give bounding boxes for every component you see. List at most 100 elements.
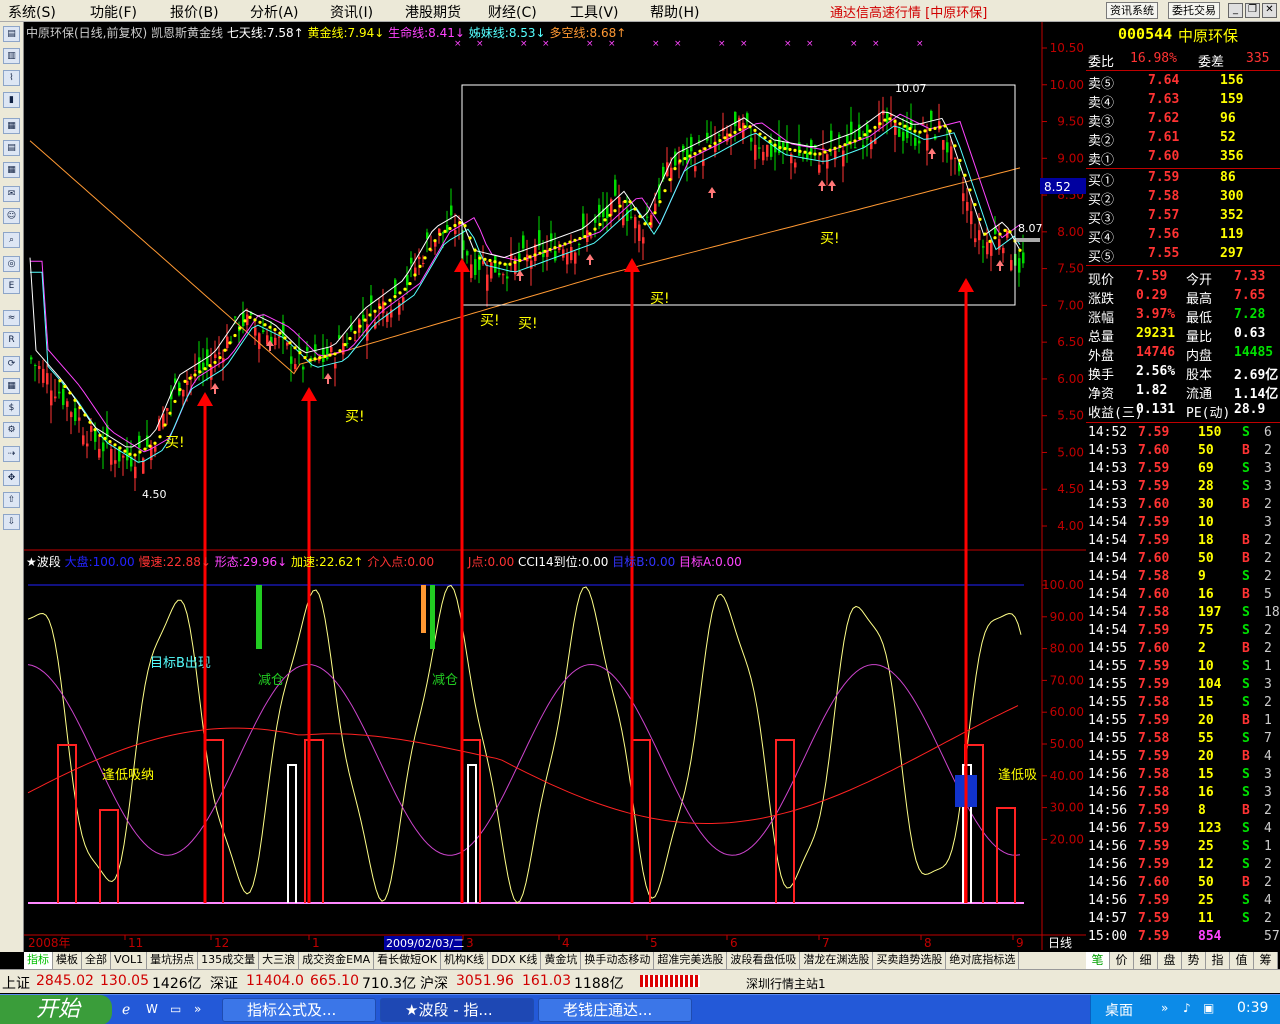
tab-15[interactable]: 潜龙在渊选股 bbox=[800, 952, 874, 969]
gold-dot bbox=[473, 248, 477, 252]
tab-12[interactable]: 换手动态移动 bbox=[581, 952, 655, 969]
tab-0[interactable]: 指标 bbox=[24, 952, 53, 969]
window-icon[interactable]: ▭ bbox=[170, 1002, 181, 1016]
task-wave[interactable]: ★波段 - 指... bbox=[380, 998, 534, 1022]
right-tab-6[interactable]: 值 bbox=[1230, 952, 1254, 969]
tab-2[interactable]: 全部 bbox=[82, 952, 111, 969]
minimize-icon[interactable]: _ bbox=[1228, 3, 1243, 18]
price-axis-label: 8.00 bbox=[1057, 225, 1084, 239]
gold-dot bbox=[908, 127, 912, 131]
tick-price: 7.60 bbox=[1138, 443, 1170, 458]
ie-icon[interactable]: ℯ bbox=[122, 1002, 130, 1018]
hs-label: 沪深 bbox=[420, 976, 448, 992]
big-market-value: 大盘:100.00 bbox=[64, 555, 135, 569]
task-tdx[interactable]: 老钱庄通达... bbox=[538, 998, 692, 1022]
gold-dot bbox=[63, 384, 67, 389]
gold-dot bbox=[608, 213, 612, 217]
tick-volume: 15 bbox=[1198, 767, 1214, 782]
tick-row: 14:56 7.59 25 S 1 bbox=[1086, 838, 1280, 856]
news-system-button[interactable]: 资讯系统 bbox=[1106, 2, 1158, 19]
tab-10[interactable]: DDX K线 bbox=[488, 952, 542, 969]
price-chart[interactable]: 10.5010.009.509.008.508.007.507.006.506.… bbox=[0, 0, 1086, 952]
gold-dot bbox=[668, 178, 672, 182]
candle-body bbox=[214, 354, 217, 359]
tab-11[interactable]: 黄金坑 bbox=[541, 952, 582, 969]
tab-1[interactable]: 模板 bbox=[53, 952, 82, 969]
tab-8[interactable]: 看长做短OK bbox=[374, 952, 441, 969]
candle-body bbox=[674, 151, 677, 166]
gold-dot bbox=[588, 232, 592, 236]
gold-dot bbox=[663, 189, 667, 193]
gold-dot bbox=[398, 291, 402, 295]
tick-count: 57 bbox=[1264, 929, 1280, 944]
gold-dot bbox=[613, 209, 617, 213]
start-button[interactable]: 开始 bbox=[0, 995, 112, 1024]
quote-value: 14746 bbox=[1136, 345, 1176, 360]
candle-body bbox=[830, 130, 833, 142]
gold-dot bbox=[598, 222, 602, 227]
month-label: 11 bbox=[128, 936, 143, 950]
tick-price: 7.58 bbox=[1138, 569, 1170, 584]
right-tab-7[interactable]: 筹 bbox=[1254, 952, 1278, 969]
tab-14[interactable]: 波段看盘低吸 bbox=[727, 952, 801, 969]
candle-body bbox=[66, 401, 69, 407]
candle-body bbox=[494, 255, 497, 273]
gold-dot bbox=[878, 122, 882, 126]
tick-count: 3 bbox=[1264, 767, 1272, 782]
candle-body bbox=[154, 446, 157, 452]
tab-4[interactable]: 量坑拐点 bbox=[147, 952, 199, 969]
arrow-icon[interactable]: » bbox=[194, 1002, 201, 1016]
quote-row: 外盘 14746 内盘 14485 bbox=[1086, 344, 1280, 364]
restore-icon[interactable]: ❐ bbox=[1245, 3, 1260, 18]
price-axis-label: 4.00 bbox=[1057, 519, 1084, 533]
gold-dot bbox=[108, 440, 112, 444]
tab-16[interactable]: 买卖趋势选股 bbox=[873, 952, 947, 969]
tick-price: 7.59 bbox=[1138, 479, 1170, 494]
desktop-label[interactable]: 桌面 bbox=[1105, 1000, 1133, 1020]
right-tab-2[interactable]: 细 bbox=[1134, 952, 1158, 969]
tab-7[interactable]: 成交资金EMA bbox=[299, 952, 375, 969]
tab-5[interactable]: 135成交量 bbox=[198, 952, 260, 969]
quote-value: 0.131 bbox=[1136, 402, 1176, 417]
candle-body bbox=[918, 140, 921, 144]
sell-level-label: 卖⑤ bbox=[1088, 77, 1115, 92]
task-formula[interactable]: 指标公式及... bbox=[222, 998, 376, 1022]
gold-dot bbox=[448, 226, 452, 231]
low-absorb-label: 逢低吸纳 bbox=[102, 768, 154, 783]
tab-3[interactable]: VOL1 bbox=[111, 952, 148, 969]
gold-dot bbox=[503, 262, 507, 266]
candle-body bbox=[406, 274, 409, 286]
gold-dot bbox=[288, 341, 292, 345]
tab-13[interactable]: 超准完美选股 bbox=[654, 952, 728, 969]
right-tab-3[interactable]: 盘 bbox=[1158, 952, 1182, 969]
sz-amount: 710.3亿 bbox=[362, 976, 417, 992]
word-icon[interactable]: W bbox=[146, 1002, 158, 1016]
right-tab-4[interactable]: 势 bbox=[1182, 952, 1206, 969]
sound-icon[interactable]: ♪ bbox=[1183, 1001, 1191, 1015]
tick-row: 14:55 7.59 104 S 3 bbox=[1086, 676, 1280, 694]
candle-body bbox=[854, 147, 857, 149]
gold-dot bbox=[518, 258, 522, 263]
tick-time: 14:54 bbox=[1088, 533, 1128, 548]
tick-side: S bbox=[1242, 479, 1250, 494]
tick-side: S bbox=[1242, 767, 1250, 782]
right-tab-0[interactable]: 笔 bbox=[1086, 952, 1110, 969]
expand-icon[interactable]: » bbox=[1161, 1001, 1168, 1015]
tab-6[interactable]: 大三浪 bbox=[259, 952, 300, 969]
trade-button[interactable]: 委托交易 bbox=[1168, 2, 1220, 19]
tick-volume: 2 bbox=[1198, 641, 1206, 656]
tab-17[interactable]: 绝对底指标选 bbox=[946, 952, 1020, 969]
candle-body bbox=[246, 314, 249, 326]
network-icon[interactable]: ▣ bbox=[1203, 1001, 1214, 1015]
right-tab-1[interactable]: 价 bbox=[1110, 952, 1134, 969]
tab-9[interactable]: 机构K线 bbox=[441, 952, 489, 969]
price-axis-label: 6.50 bbox=[1057, 335, 1084, 349]
gold-dot bbox=[718, 139, 722, 143]
close-icon[interactable]: ✕ bbox=[1262, 3, 1277, 18]
gold-dot bbox=[453, 223, 457, 228]
multi-line-value: 多空线:8.68↑ bbox=[549, 26, 627, 40]
candle-body bbox=[218, 352, 221, 355]
candle-body bbox=[166, 408, 169, 411]
right-tab-5[interactable]: 指 bbox=[1206, 952, 1230, 969]
quote-value-2: 2.69亿 bbox=[1234, 368, 1279, 383]
